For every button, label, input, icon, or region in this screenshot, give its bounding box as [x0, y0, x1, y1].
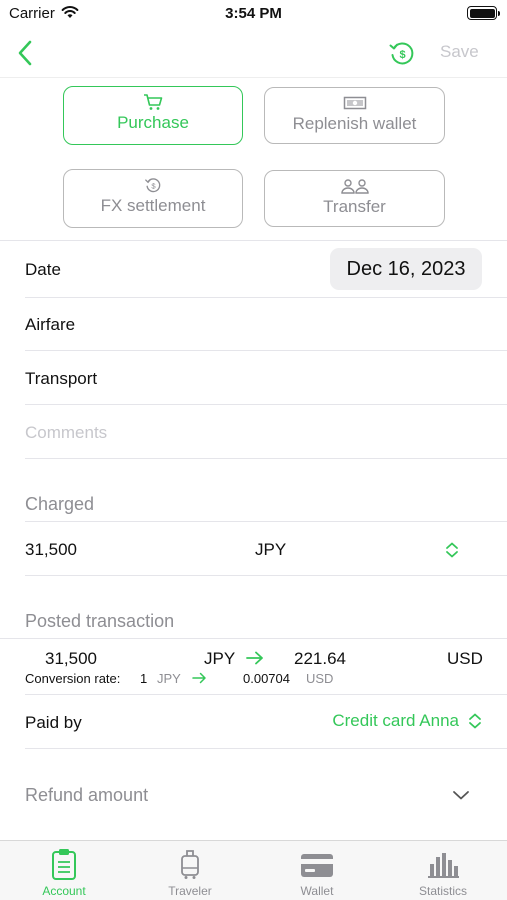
- type-purchase-label: Purchase: [117, 113, 189, 132]
- type-fx-label: FX settlement: [100, 196, 206, 215]
- paid-by-label: Paid by: [25, 713, 82, 732]
- divider: [25, 748, 507, 749]
- divider: [0, 240, 507, 241]
- currency-exchange-icon[interactable]: $: [388, 39, 416, 67]
- battery-icon: [467, 6, 500, 20]
- rate-from-currency: JPY: [157, 671, 181, 686]
- currency-exchange-icon: $: [145, 178, 161, 193]
- tab-statistics[interactable]: Statistics: [393, 841, 493, 900]
- tab-traveler[interactable]: Traveler: [140, 841, 240, 900]
- date-picker[interactable]: Dec 16, 2023: [330, 248, 482, 290]
- status-bar: Carrier 3:54 PM: [0, 0, 507, 30]
- posted-amount: 31,500: [45, 649, 97, 668]
- type-transfer-label: Transfer: [323, 197, 386, 216]
- divider: [25, 521, 507, 522]
- posted-to-currency: USD: [447, 649, 483, 668]
- cart-icon: [144, 94, 163, 110]
- status-time: 3:54 PM: [225, 5, 282, 22]
- bar-chart-icon: [428, 853, 459, 878]
- posted-from-currency: JPY: [204, 649, 236, 668]
- paid-by-picker[interactable]: Credit card Anna: [332, 711, 482, 731]
- charged-currency-picker[interactable]: JPY: [255, 540, 286, 560]
- tab-wallet-label: Wallet: [300, 884, 334, 898]
- tab-account-label: Account: [42, 884, 86, 898]
- up-down-chevron-icon: [469, 713, 481, 729]
- save-button[interactable]: Save: [440, 42, 479, 62]
- divider: [25, 404, 507, 405]
- comments-input[interactable]: Comments: [25, 423, 107, 443]
- svg-text:$: $: [151, 182, 156, 191]
- two-people-icon: [340, 179, 369, 194]
- charged-section-title: Charged: [25, 494, 95, 514]
- divider: [25, 694, 507, 695]
- divider: [25, 458, 507, 459]
- charged-amount-input[interactable]: 31,500: [25, 540, 77, 560]
- type-purchase-button[interactable]: Purchase: [63, 86, 243, 145]
- up-down-chevron-icon[interactable]: [445, 541, 459, 559]
- type-fx-button[interactable]: $ FX settlement: [63, 169, 243, 228]
- posted-section-title: Posted transaction: [25, 611, 175, 631]
- chevron-down-icon[interactable]: [452, 789, 470, 801]
- type-replenish-button[interactable]: Replenish wallet: [264, 87, 445, 144]
- type-replenish-label: Replenish wallet: [292, 114, 417, 133]
- tab-account[interactable]: Account: [14, 841, 114, 900]
- divider: [25, 575, 507, 576]
- suitcase-icon: [181, 850, 199, 879]
- tab-traveler-label: Traveler: [168, 884, 212, 898]
- svg-text:$: $: [399, 49, 405, 61]
- divider: [25, 350, 507, 351]
- arrow-right-icon: [246, 651, 263, 665]
- banknote-icon: [343, 96, 366, 110]
- date-label: Date: [25, 260, 61, 279]
- tab-bar: Account Traveler Wallet Statistics: [0, 840, 507, 900]
- subcategory-field[interactable]: Transport: [25, 369, 97, 389]
- refund-amount-label[interactable]: Refund amount: [25, 785, 148, 806]
- nav-bar: $ Save: [0, 30, 507, 78]
- back-chevron-icon[interactable]: [14, 38, 38, 68]
- tab-wallet[interactable]: Wallet: [267, 841, 367, 900]
- arrow-right-icon: [192, 672, 206, 684]
- rate-from-qty: 1: [140, 671, 148, 686]
- tab-statistics-label: Statistics: [418, 884, 467, 898]
- wallet-icon: [301, 854, 333, 877]
- category-field[interactable]: Airfare: [25, 315, 75, 335]
- posted-converted-amount: 221.64: [294, 649, 346, 668]
- paid-by-value: Credit card Anna: [332, 711, 459, 730]
- divider: [25, 297, 507, 298]
- type-transfer-button[interactable]: Transfer: [264, 170, 445, 227]
- rate-value: 0.00704: [243, 671, 290, 686]
- rate-to-currency: USD: [306, 671, 334, 686]
- conversion-rate-label: Conversion rate:: [25, 671, 121, 686]
- divider: [0, 638, 507, 639]
- clipboard-icon: [52, 849, 76, 880]
